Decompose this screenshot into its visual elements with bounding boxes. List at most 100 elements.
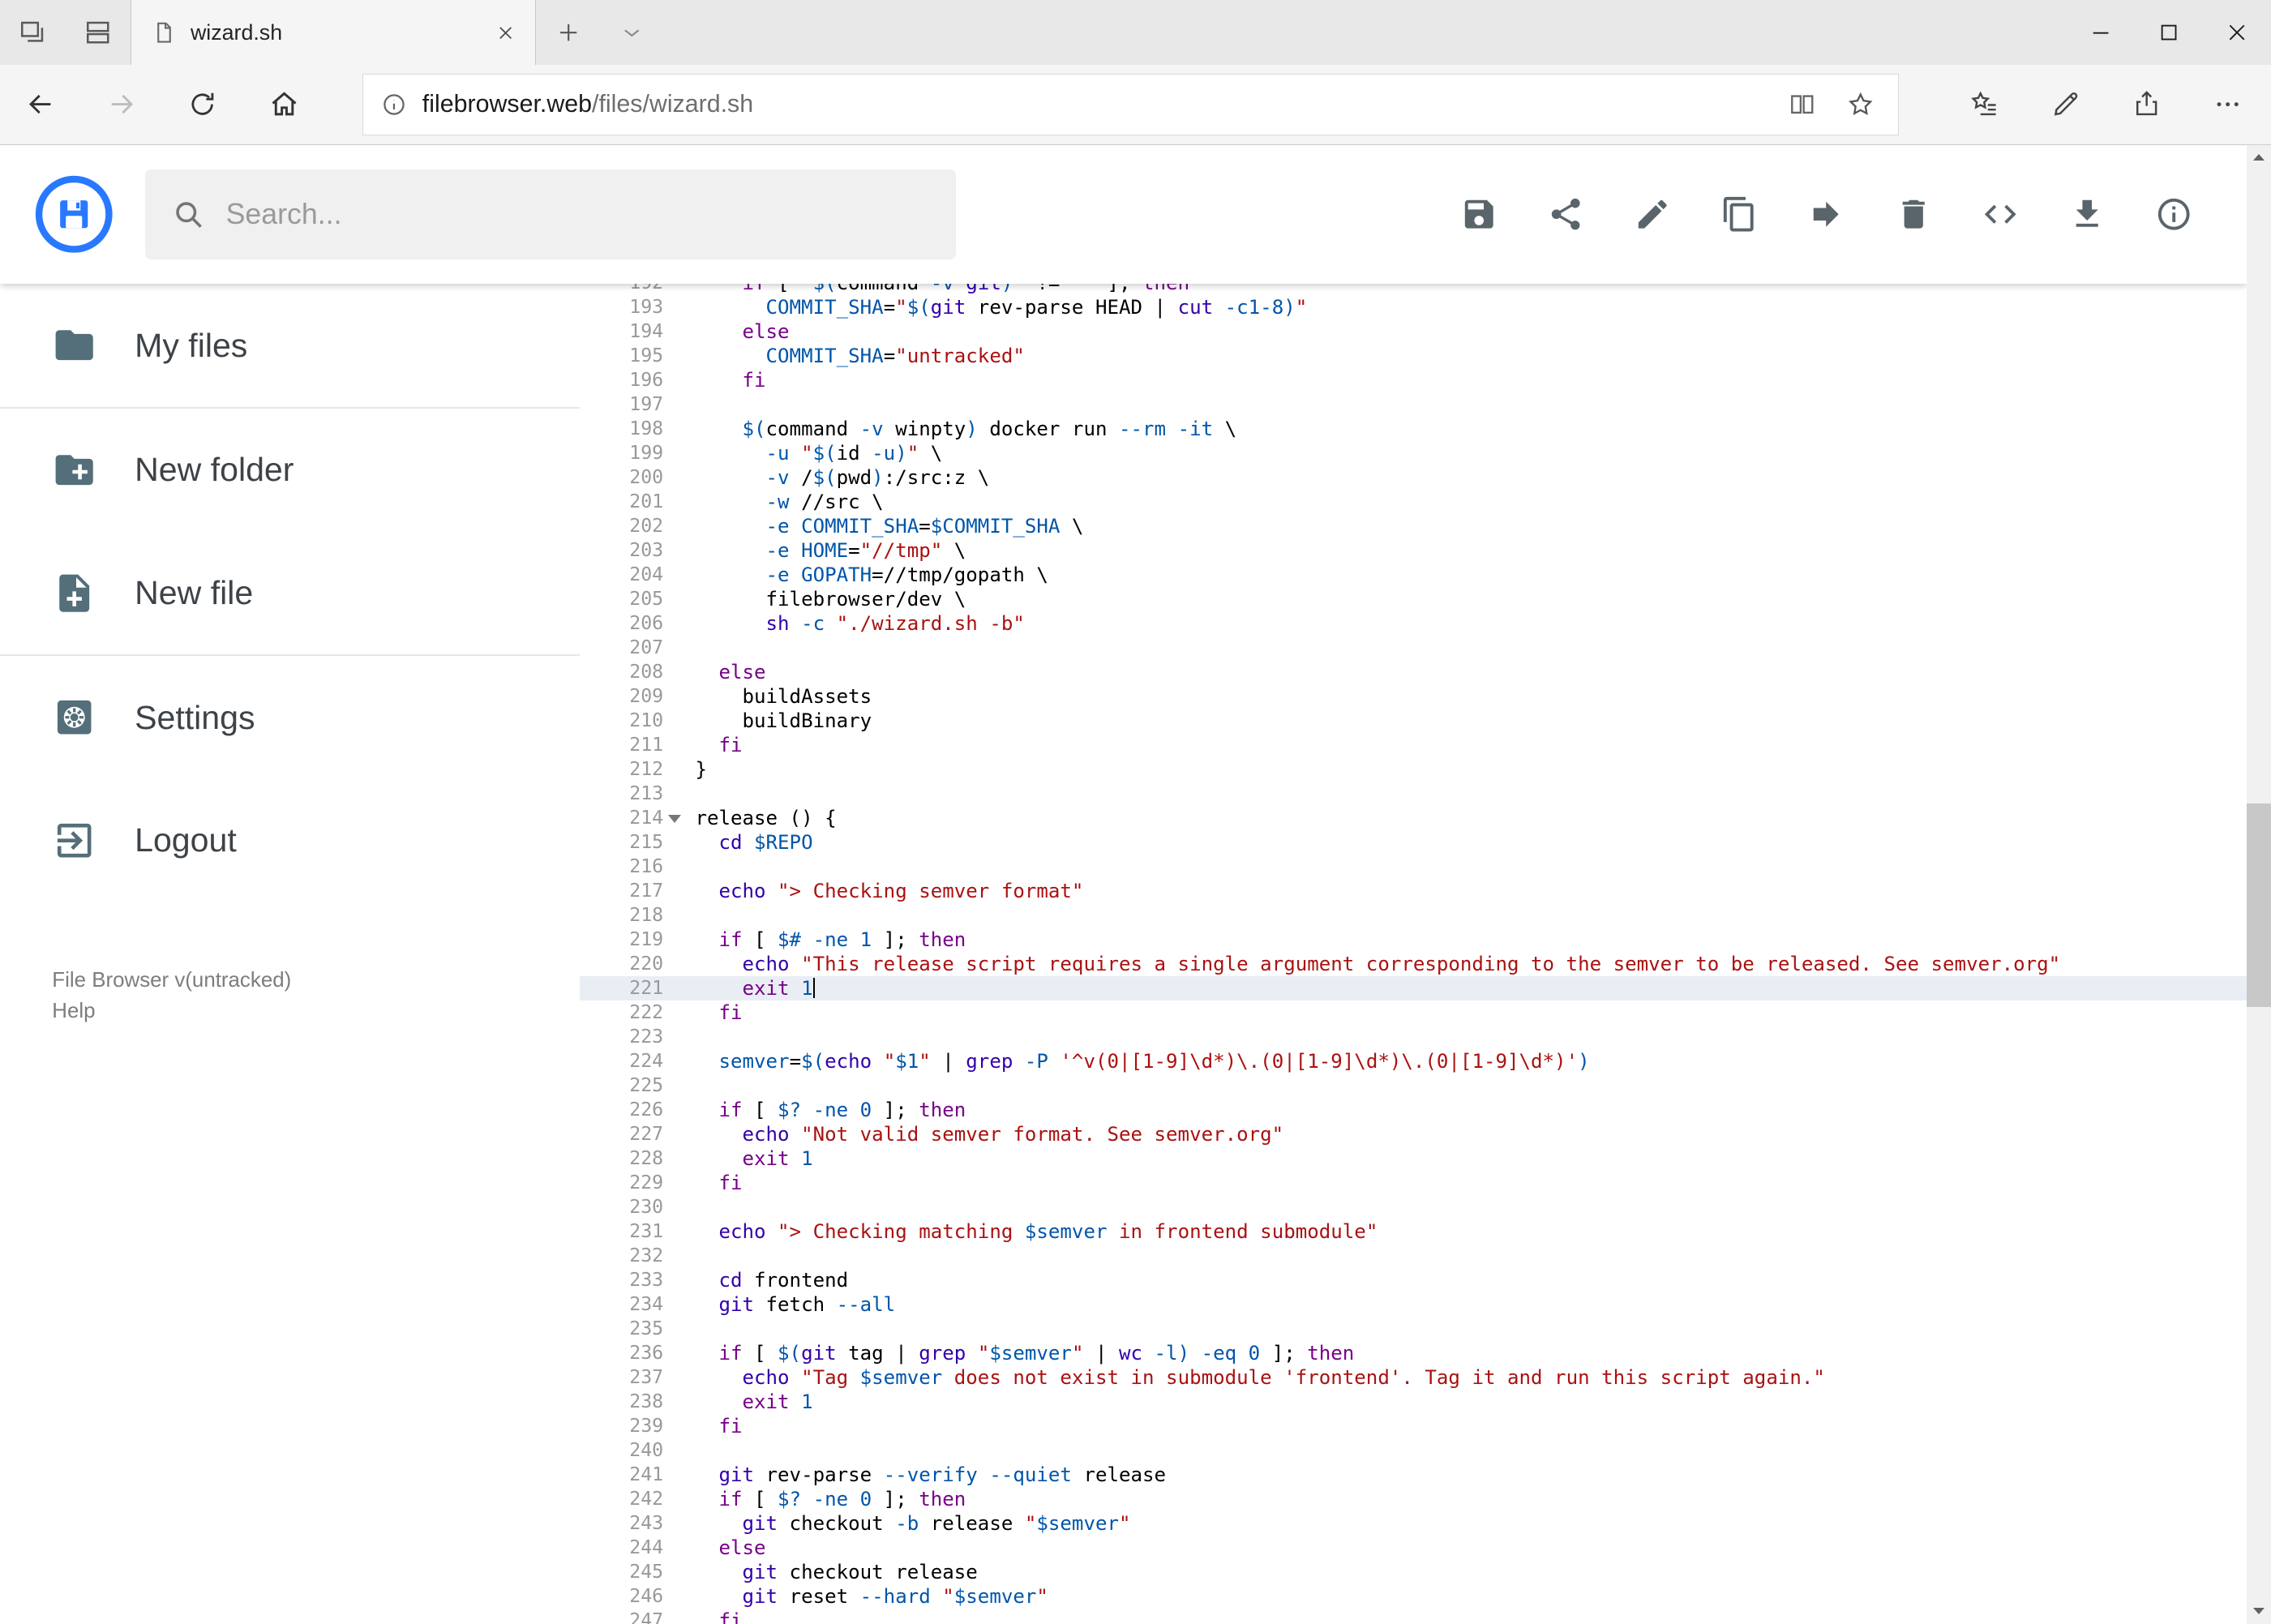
browser-tab[interactable]: wizard.sh: [130, 0, 536, 66]
code-line[interactable]: 194 else: [580, 319, 2247, 344]
minimize-icon[interactable]: [2067, 0, 2135, 65]
code-line[interactable]: 216: [580, 855, 2247, 879]
code-line[interactable]: 241 git rev-parse --verify --quiet relea…: [580, 1463, 2247, 1487]
code-line[interactable]: 232: [580, 1244, 2247, 1268]
sidebar-item-logout[interactable]: Logout: [0, 779, 580, 902]
hub-icon[interactable]: [1943, 66, 2025, 144]
info-circle-icon[interactable]: [380, 91, 408, 118]
code-line[interactable]: 214 release () {: [580, 806, 2247, 830]
url-input[interactable]: filebrowser.web/files/wizard.sh: [362, 74, 1899, 135]
set-tabs-aside-icon[interactable]: [0, 0, 65, 65]
code-line[interactable]: 205 filebrowser/dev \: [580, 587, 2247, 611]
code-line[interactable]: 240: [580, 1438, 2247, 1463]
code-line[interactable]: 201 -w //src \: [580, 490, 2247, 514]
code-line[interactable]: 208 else: [580, 660, 2247, 684]
code-line[interactable]: 207: [580, 636, 2247, 660]
code-line[interactable]: 213: [580, 782, 2247, 806]
maximize-icon[interactable]: [2135, 0, 2203, 65]
code-line[interactable]: 193 COMMIT_SHA="$(git rev-parse HEAD | c…: [580, 295, 2247, 319]
code-line[interactable]: 209 buildAssets: [580, 684, 2247, 709]
code-line[interactable]: 246 git reset --hard "$semver": [580, 1584, 2247, 1609]
code-editor[interactable]: 192 if [ "$(command -v git)" != "" ]; th…: [579, 284, 2247, 1624]
download-button[interactable]: [2059, 186, 2116, 243]
code-line[interactable]: 210 buildBinary: [580, 709, 2247, 733]
info-button[interactable]: [2145, 186, 2203, 243]
code-line[interactable]: 228 exit 1: [580, 1146, 2247, 1171]
code-line[interactable]: 192 if [ "$(command -v git)" != "" ]; th…: [580, 284, 2247, 295]
book-icon[interactable]: [1773, 75, 1831, 133]
close-icon[interactable]: [491, 17, 521, 48]
code-line[interactable]: 204 -e GOPATH=//tmp/gopath \: [580, 563, 2247, 587]
code-line[interactable]: 202 -e COMMIT_SHA=$COMMIT_SHA \: [580, 514, 2247, 538]
tabs-preview-icon[interactable]: [65, 0, 130, 65]
code-line[interactable]: 227 echo "Not valid semver format. See s…: [580, 1122, 2247, 1146]
forward-icon[interactable]: [81, 66, 162, 144]
code-line[interactable]: 222 fi: [580, 1001, 2247, 1025]
code-line[interactable]: 224 semver=$(echo "$1" | grep -P '^v(0|[…: [580, 1049, 2247, 1073]
code-line[interactable]: 212}: [580, 757, 2247, 782]
code-line[interactable]: 219 if [ $# -ne 1 ]; then: [580, 928, 2247, 952]
save-button[interactable]: [1450, 186, 1507, 243]
scroll-down-icon[interactable]: [2247, 1599, 2271, 1623]
code-line[interactable]: 244 else: [580, 1536, 2247, 1560]
web-note-pen-icon[interactable]: [2025, 66, 2106, 144]
sidebar-item-new-file[interactable]: New file: [0, 532, 580, 655]
chevron-down-icon[interactable]: [601, 0, 662, 65]
scroll-up-icon[interactable]: [2247, 145, 2271, 169]
scrollbar-thumb[interactable]: [2246, 803, 2271, 1007]
code-view-button[interactable]: [1971, 186, 2029, 243]
code-line[interactable]: 236 if [ $(git tag | grep "$semver" | wc…: [580, 1341, 2247, 1365]
code-line[interactable]: 199 -u "$(id -u)" \: [580, 441, 2247, 465]
code-line[interactable]: 215 cd $REPO: [580, 830, 2247, 855]
code-line[interactable]: 243 git checkout -b release "$semver": [580, 1511, 2247, 1536]
sidebar-item-settings[interactable]: Settings: [0, 656, 580, 779]
code-line[interactable]: 203 -e HOME="//tmp" \: [580, 538, 2247, 563]
code-line[interactable]: 220 echo "This release script requires a…: [580, 952, 2247, 976]
code-line[interactable]: 226 if [ $? -ne 0 ]; then: [580, 1098, 2247, 1122]
sidebar-item-new-folder[interactable]: New folder: [0, 409, 580, 532]
code-line[interactable]: 217 echo "> Checking semver format": [580, 879, 2247, 903]
code-line[interactable]: 234 git fetch --all: [580, 1292, 2247, 1317]
fold-marker-icon[interactable]: [667, 814, 681, 823]
share-button[interactable]: [1536, 186, 1594, 243]
home-icon[interactable]: [243, 66, 324, 144]
code-line[interactable]: 242 if [ $? -ne 0 ]; then: [580, 1487, 2247, 1511]
code-line[interactable]: 231 echo "> Checking matching $semver in…: [580, 1219, 2247, 1244]
page-scrollbar[interactable]: [2246, 144, 2271, 1624]
code-line[interactable]: 218: [580, 903, 2247, 928]
copy-button[interactable]: [1711, 186, 1768, 243]
code-line[interactable]: 206 sh -c "./wizard.sh -b": [580, 611, 2247, 636]
move-button[interactable]: [1798, 186, 1855, 243]
code-line[interactable]: 245 git checkout release: [580, 1560, 2247, 1584]
code-line[interactable]: 233 cd frontend: [580, 1268, 2247, 1292]
more-icon[interactable]: [2187, 66, 2268, 144]
code-line[interactable]: 237 echo "Tag $semver does not exist in …: [580, 1365, 2247, 1390]
code-line[interactable]: 229 fi: [580, 1171, 2247, 1195]
code-line[interactable]: 195 COMMIT_SHA="untracked": [580, 344, 2247, 368]
code-line[interactable]: 225: [580, 1073, 2247, 1098]
rename-button[interactable]: [1624, 186, 1682, 243]
code-line[interactable]: 200 -v /$(pwd):/src:z \: [580, 465, 2247, 490]
sidebar-item-my-files[interactable]: My files: [0, 284, 580, 407]
filebrowser-floppy-logo[interactable]: [35, 175, 113, 253]
code-line[interactable]: 196 fi: [580, 368, 2247, 392]
refresh-icon[interactable]: [162, 66, 243, 144]
code-line[interactable]: 221 exit 1: [579, 976, 2247, 1001]
code-line[interactable]: 238 exit 1: [580, 1390, 2247, 1414]
share-icon[interactable]: [2106, 66, 2187, 144]
code-line[interactable]: 211 fi: [580, 733, 2247, 757]
code-line[interactable]: 230: [580, 1195, 2247, 1219]
new-tab-button[interactable]: [536, 0, 601, 65]
back-icon[interactable]: [0, 66, 81, 144]
code-line[interactable]: 239 fi: [580, 1414, 2247, 1438]
code-line[interactable]: 247 fi: [580, 1609, 2247, 1624]
code-line[interactable]: 198 $(command -v winpty) docker run --rm…: [580, 417, 2247, 441]
star-icon[interactable]: [1832, 75, 1889, 133]
help-link[interactable]: Help: [52, 996, 579, 1027]
delete-button[interactable]: [1884, 186, 1942, 243]
code-line[interactable]: 197: [580, 392, 2247, 417]
code-line[interactable]: 235: [580, 1317, 2247, 1341]
close-window-icon[interactable]: [2203, 0, 2271, 65]
code-line[interactable]: 223: [580, 1025, 2247, 1049]
search-input[interactable]: [225, 197, 930, 231]
